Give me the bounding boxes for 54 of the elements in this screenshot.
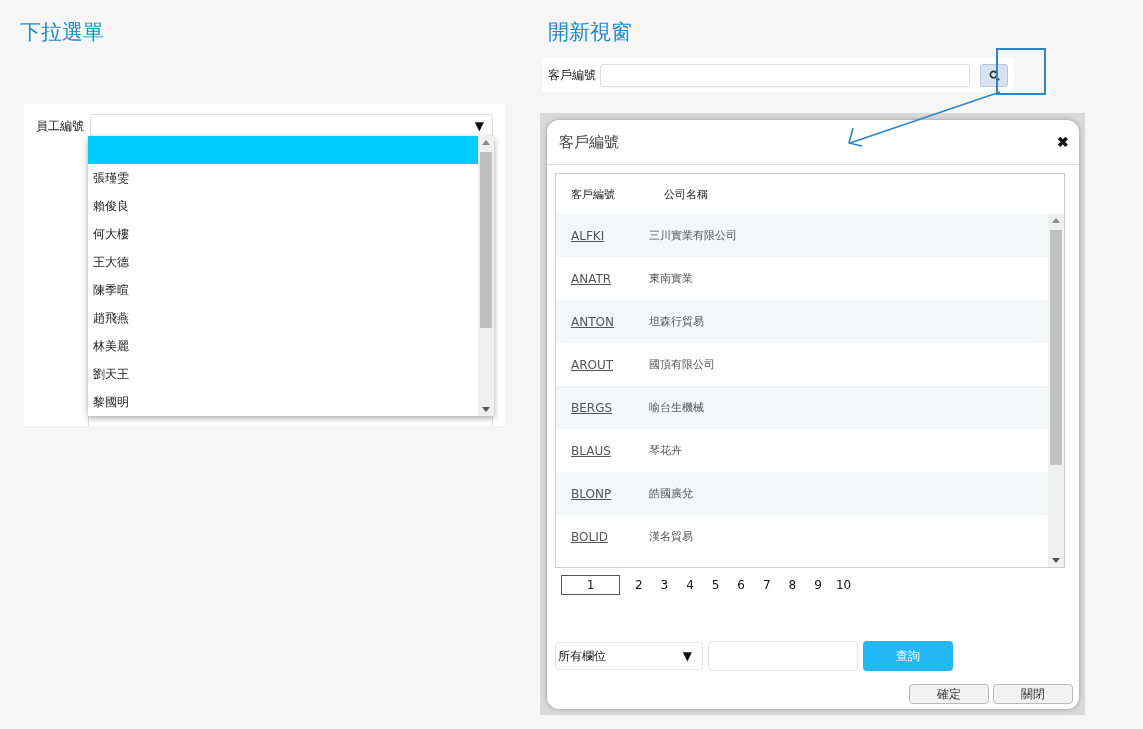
search-icon [988,69,1000,81]
column-header: 客戶編號 [570,186,616,202]
field-select[interactable]: 所有欄位 ▼ [555,642,703,670]
customer-id-link[interactable]: BOLID [571,529,649,544]
field-label: 客戶編號 [548,66,596,84]
table-row[interactable]: ALFKI 三川實業有限公司 [556,214,1048,257]
highlight-frame [996,48,1046,95]
page-link[interactable]: 9 [805,578,831,592]
page-link[interactable]: 6 [728,578,754,592]
scroll-down-icon[interactable] [1052,558,1060,563]
search-field[interactable] [708,641,858,671]
column-header: 公司名稱 [663,186,709,202]
company-name: 皓國廣兌 [649,486,693,501]
page-link[interactable]: 10 [830,578,857,592]
customer-id-link[interactable]: ANTON [571,314,649,329]
page-link[interactable]: 4 [677,578,703,592]
scrollbar[interactable] [1048,214,1064,567]
company-name: 國頂有限公司 [649,357,715,372]
customer-id-link[interactable]: BLAUS [571,443,649,458]
dialog-button[interactable]: 確定 [909,684,989,704]
search-button[interactable] [980,63,1008,87]
table-row[interactable]: BERGS 喻台生機械 [556,386,1048,429]
section-title: 開新視窗 [548,19,633,46]
page-link[interactable]: 3 [651,578,678,592]
customer-id-link[interactable]: AROUT [571,357,649,372]
scroll-up-icon[interactable] [482,140,490,145]
company-name: 漢名貿易 [649,529,693,544]
scrollbar[interactable] [478,136,494,416]
company-name: 坦森行貿易 [649,314,704,329]
company-name: 東南實業 [649,271,693,286]
page-link[interactable]: 2 [626,578,652,592]
customer-id-link[interactable]: ALFKI [571,228,649,243]
dialog-button[interactable]: 關閉 [993,684,1073,704]
page-link[interactable]: 7 [753,578,780,592]
company-name: 三川實業有限公司 [649,228,737,243]
table-row[interactable]: ANTON 坦森行貿易 [556,300,1048,343]
page-link[interactable]: 5 [702,578,729,592]
dialog-title: 客戶編號 [559,132,619,152]
close-button[interactable]: ✖ [1057,134,1069,150]
table-row[interactable]: BLONP 皓國廣兌 [556,472,1048,515]
company-name: 琴花卉 [649,443,682,458]
section-title: 下拉選單 [20,19,105,46]
field-label: 員工編號 [36,118,84,135]
select-field[interactable]: ▼ [90,114,493,137]
customer-id-field[interactable] [600,63,970,87]
page-link[interactable]: 8 [779,578,806,592]
dropdown-option[interactable]: 黎國明 [88,388,478,416]
scroll-down-icon[interactable] [482,407,490,412]
scroll-up-icon[interactable] [1052,218,1060,223]
customer-id-link[interactable]: ANATR [571,271,649,286]
page-link[interactable]: 1 [561,575,620,595]
company-name: 喻台生機械 [649,400,704,415]
customer-id-link[interactable]: BLONP [571,486,649,501]
customer-id-link[interactable]: BERGS [571,400,649,415]
